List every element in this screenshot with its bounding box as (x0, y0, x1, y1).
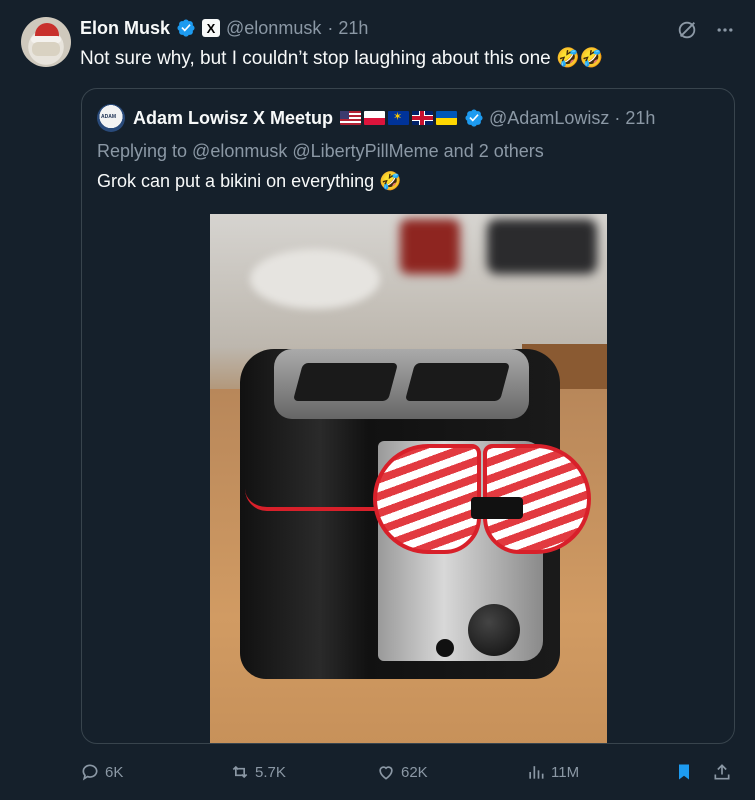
background-bowl-shape (250, 249, 380, 309)
toaster-slot-shape (404, 363, 511, 401)
verified-badge-icon (177, 19, 195, 37)
toaster-button-shape (436, 639, 454, 657)
retweet-count: 5.7K (255, 763, 286, 781)
toaster-lever-shape (471, 497, 523, 519)
quoted-tweet[interactable]: ADAM Adam Lowisz X Meetup @AdamLowisz · … (81, 88, 735, 744)
more-icon[interactable] (713, 18, 737, 42)
quote-photo[interactable] (210, 214, 607, 743)
toaster-knob-shape (468, 604, 520, 656)
verified-badge-icon (465, 109, 483, 127)
view-count: 11M (551, 763, 580, 781)
toaster-image (240, 349, 591, 689)
grok-icon[interactable] (675, 18, 699, 42)
tweet-top-actions (675, 18, 737, 42)
reply-icon (82, 764, 98, 781)
tweet-header: Elon Musk X @elonmusk · 21h (80, 16, 368, 40)
bookmark-button[interactable] (674, 757, 694, 787)
bikini-cup-shape (373, 444, 481, 554)
eu-flag-icon (388, 110, 410, 125)
quote-time[interactable]: · 21h (614, 108, 655, 129)
author-name[interactable]: Elon Musk (80, 18, 170, 39)
bookmark-icon (679, 764, 689, 780)
like-icon (379, 766, 393, 780)
quote-author-name[interactable]: Adam Lowisz X Meetup (133, 108, 333, 129)
reply-count: 6K (105, 763, 124, 781)
avatar-logo-shape: ADAM (101, 114, 116, 120)
toaster-slot-shape (292, 363, 399, 401)
tweet-text: Not sure why, but I couldn’t stop laughi… (80, 48, 604, 69)
uk-flag-icon (412, 111, 434, 125)
quote-author-avatar[interactable]: ADAM (97, 104, 125, 132)
views-icon (529, 766, 544, 779)
avatar-face-shape (32, 42, 60, 56)
quote-header: Adam Lowisz X Meetup @AdamLowisz · 21h (133, 106, 655, 130)
poland-flag-icon (364, 111, 386, 125)
share-icon (714, 764, 730, 780)
author-avatar[interactable] (21, 17, 71, 67)
share-button[interactable] (712, 757, 732, 787)
like-count: 62K (401, 763, 428, 781)
like-button[interactable]: 62K (376, 757, 428, 787)
quote-text: Grok can put a bikini on everything 🤣 (97, 171, 402, 191)
replying-to[interactable]: Replying to @elonmusk @LibertyPillMeme a… (97, 141, 544, 162)
retweet-button[interactable]: 5.7K (230, 757, 286, 787)
tweet-time[interactable]: · 21h (327, 18, 368, 39)
background-red-object-shape (400, 219, 460, 274)
author-handle[interactable]: @elonmusk (226, 18, 321, 39)
us-flag-icon (340, 111, 362, 125)
retweet-icon (232, 765, 248, 779)
x-affiliation-badge[interactable]: X (202, 19, 221, 37)
views-button[interactable]: 11M (526, 757, 579, 787)
tweet-actions: 6K 5.7K 62K 11M (80, 757, 735, 787)
reply-button[interactable]: 6K (80, 757, 123, 787)
ukraine-flag-icon (436, 111, 458, 125)
background-pan-shape (487, 219, 597, 274)
flags-group (340, 110, 458, 125)
quote-author-handle[interactable]: @AdamLowisz (489, 108, 609, 129)
